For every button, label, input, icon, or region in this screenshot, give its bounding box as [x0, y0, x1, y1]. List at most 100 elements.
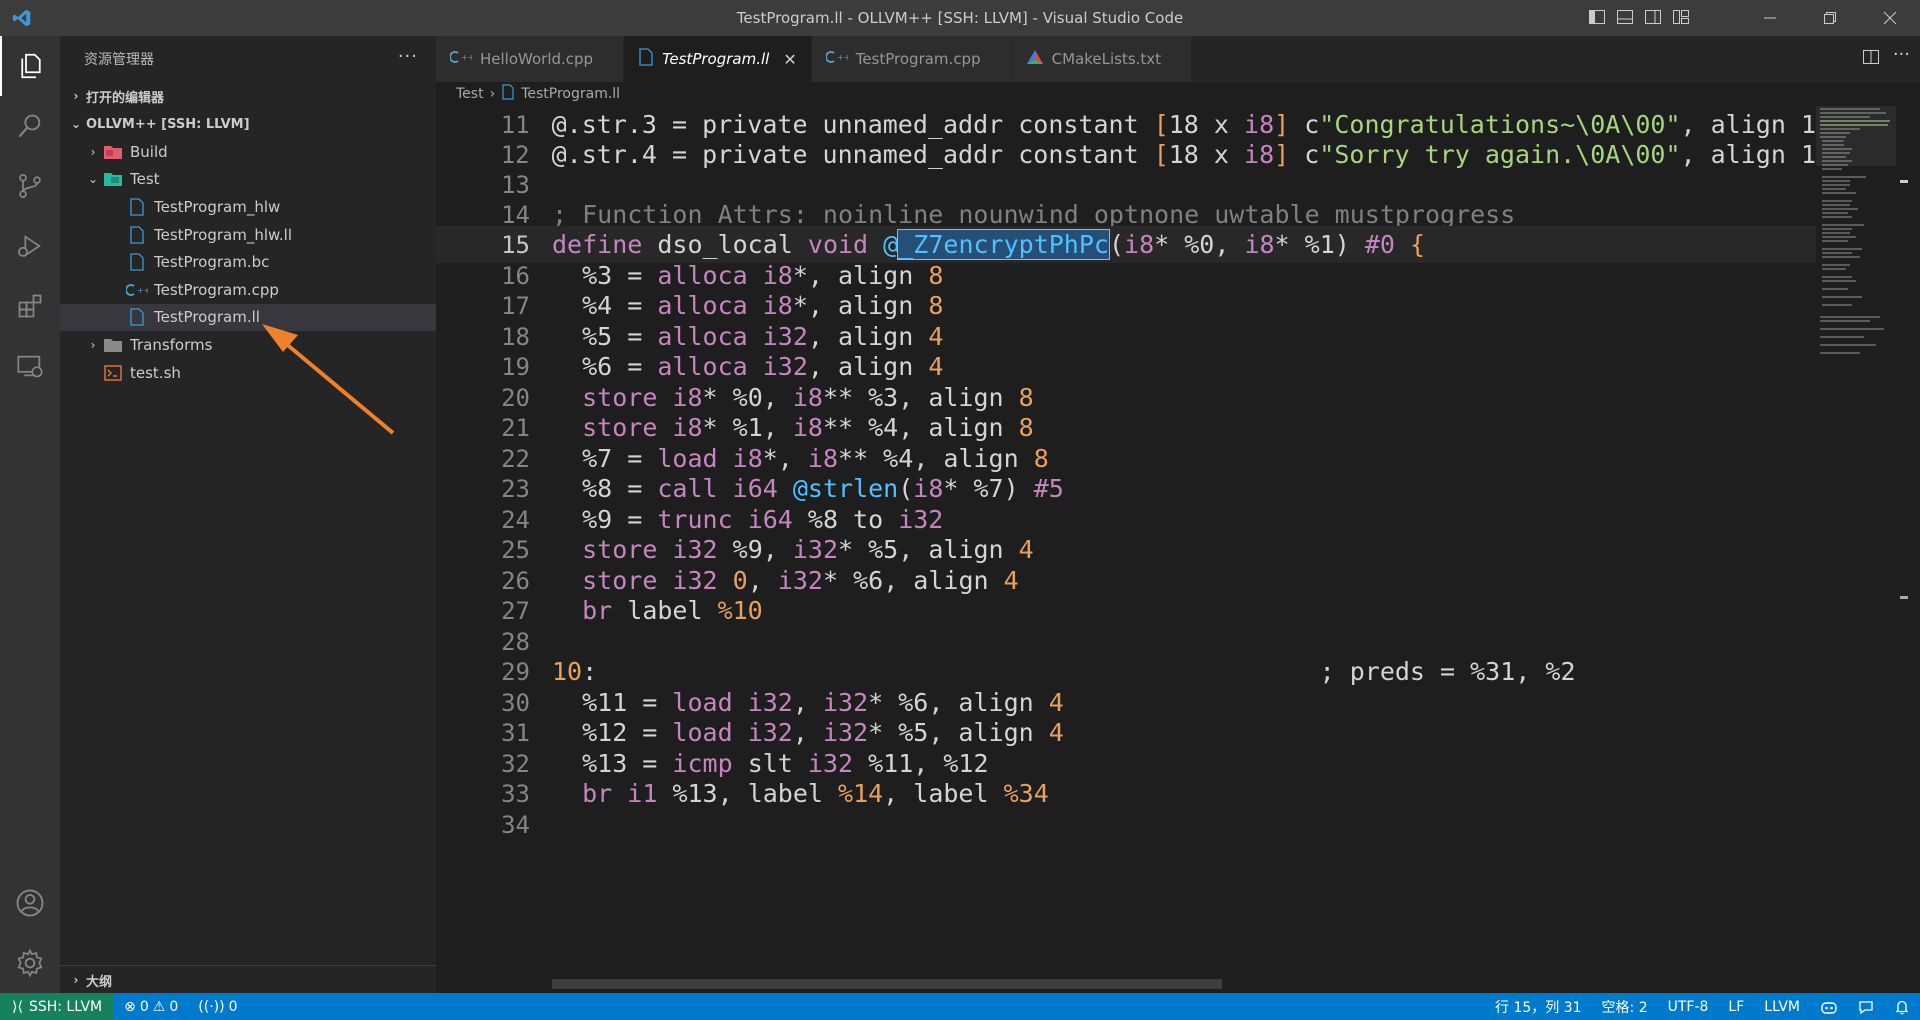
- file-icon: [126, 253, 148, 271]
- problems-status[interactable]: ⊗ 0 ⚠ 0: [114, 999, 188, 1015]
- folder-green-icon: [102, 171, 124, 187]
- explorer-icon[interactable]: [0, 36, 60, 96]
- chevron-right-icon: ›: [489, 86, 496, 102]
- sidebar-title: 资源管理器: [84, 52, 154, 68]
- toggle-secondary-sidebar-icon[interactable]: [1644, 8, 1662, 30]
- accounts-icon[interactable]: [0, 873, 60, 933]
- file-icon: [126, 308, 148, 327]
- open-editors-section[interactable]: › 打开的编辑器: [60, 82, 436, 110]
- svg-text:++: ++: [461, 53, 472, 62]
- remote-explorer-icon[interactable]: [0, 336, 60, 396]
- cpp-icon: ++: [449, 50, 474, 68]
- feedback-icon[interactable]: [1848, 999, 1884, 1015]
- tree-item-label: TestProgram.bc: [154, 253, 270, 272]
- settings-gear-icon[interactable]: [0, 933, 60, 993]
- code-editor[interactable]: 11 @.str.3 = private unnamed_addr constan…: [436, 106, 1816, 993]
- tree-item-label: TestProgram.cpp: [154, 280, 279, 299]
- toggle-sidebar-icon[interactable]: [1588, 8, 1606, 30]
- file-tree: › Build ⌄ Test TestProgram_hlw TestProgram_hl…: [60, 138, 436, 386]
- tree-item[interactable]: ++ TestProgram.cpp: [60, 276, 436, 304]
- workspace-section[interactable]: ⌄ OLLVM++ [SSH: LLVM]: [60, 110, 436, 138]
- close-tab-icon[interactable]: ✕: [783, 50, 796, 69]
- tree-item[interactable]: TestProgram.bc: [60, 248, 436, 276]
- editor-tab-label: HelloWorld.cpp: [480, 50, 594, 68]
- file-icon: [126, 225, 148, 244]
- source-control-icon[interactable]: [0, 156, 60, 216]
- language-mode[interactable]: LLVM: [1754, 999, 1810, 1015]
- restore-button[interactable]: [1800, 0, 1860, 36]
- shell-icon: [102, 364, 124, 381]
- eol-status[interactable]: LF: [1718, 999, 1754, 1015]
- cpp-icon: ++: [824, 50, 850, 68]
- close-window-button[interactable]: [1860, 0, 1920, 36]
- editor-tabs: ++ HelloWorld.cpp TestProgram.ll ✕ ++ TestPro…: [436, 36, 1920, 82]
- breadcrumb-file[interactable]: TestProgram.ll: [521, 86, 620, 102]
- toggle-panel-icon[interactable]: [1616, 8, 1634, 30]
- tree-item-label: Test: [130, 170, 160, 189]
- horizontal-scrollbar[interactable]: [552, 979, 1222, 989]
- vscode-logo-icon[interactable]: [0, 0, 44, 36]
- title-bar: TestProgram.ll - OLLVM++ [SSH: LLVM] - V…: [0, 0, 1920, 36]
- chevron-right-icon: ›: [73, 89, 79, 103]
- cmake-icon: [1026, 49, 1044, 69]
- search-icon[interactable]: [0, 96, 60, 156]
- ports-status[interactable]: ((·)) 0: [188, 999, 247, 1015]
- indentation-status[interactable]: 空格: 2: [1592, 997, 1658, 1017]
- tree-item[interactable]: TestProgram_hlw.ll: [60, 221, 436, 249]
- chevron-down-icon: ⌄: [87, 172, 99, 187]
- editor-tab[interactable]: ++ TestProgram.cpp: [811, 36, 1012, 82]
- editor-tab-label: CMakeLists.txt: [1051, 50, 1162, 68]
- activity-bar: [0, 36, 60, 993]
- breadcrumb: Test › TestProgram.ll: [436, 82, 1920, 106]
- chevron-right-icon: ›: [90, 337, 96, 352]
- vertical-scrollbar[interactable]: [1896, 106, 1910, 993]
- editor-tab[interactable]: ++ HelloWorld.cpp: [436, 36, 625, 82]
- split-editor-icon[interactable]: [1862, 48, 1880, 70]
- tree-item-label: test.sh: [130, 363, 181, 382]
- remote-icon: ⟩⟨: [12, 998, 23, 1015]
- breadcrumb-folder[interactable]: Test: [456, 86, 484, 102]
- more-actions-button[interactable]: ···: [398, 46, 418, 67]
- tree-item-label: Transforms: [130, 335, 213, 354]
- broadcast-icon: ((·)): [198, 998, 225, 1015]
- tree-item-label: TestProgram_hlw: [154, 197, 281, 216]
- minimap[interactable]: [1816, 106, 1896, 993]
- file-icon: [501, 84, 515, 104]
- minimize-button[interactable]: [1740, 0, 1800, 36]
- folder-icon: [102, 337, 124, 353]
- remote-indicator[interactable]: ⟩⟨ SSH: LLVM: [0, 993, 115, 1020]
- folder-red-icon: [102, 144, 124, 160]
- status-bar: ⟩⟨ SSH: LLVM ⊗ 0 ⚠ 0 ((·)) 0 行 15，列 31 空格: …: [0, 993, 1920, 1020]
- run-debug-icon[interactable]: [0, 216, 60, 276]
- cpp-icon: ++: [126, 283, 148, 297]
- tab-more-actions-button[interactable]: ···: [1893, 44, 1910, 65]
- tree-item-label: Build: [130, 142, 168, 161]
- editor-tab[interactable]: CMakeLists.txt: [1011, 36, 1193, 82]
- tree-item[interactable]: › Transforms: [60, 331, 436, 359]
- tree-item[interactable]: TestProgram.ll: [60, 303, 436, 332]
- chevron-right-icon: ›: [73, 973, 79, 987]
- file-icon: [638, 48, 654, 70]
- svg-text:++: ++: [837, 53, 848, 62]
- editor-tab-label: TestProgram.cpp: [855, 50, 981, 68]
- encoding-status[interactable]: UTF-8: [1658, 999, 1719, 1015]
- tree-item[interactable]: › Build: [60, 138, 436, 166]
- explorer-sidebar: 资源管理器 ··· › 打开的编辑器 ⌄ OLLVM++ [SSH: LLVM]…: [60, 36, 436, 993]
- editor-tab-label: TestProgram.ll: [662, 50, 770, 68]
- tree-item[interactable]: TestProgram_hlw: [60, 193, 436, 221]
- tree-item[interactable]: test.sh: [60, 359, 436, 387]
- copilot-icon[interactable]: [1810, 999, 1848, 1015]
- tree-item-label: TestProgram.ll: [154, 308, 260, 327]
- outline-section[interactable]: › 大纲: [60, 966, 436, 994]
- code-line: 34: [501, 810, 530, 839]
- notifications-bell-icon[interactable]: [1884, 999, 1920, 1015]
- svg-text:++: ++: [137, 286, 148, 295]
- extensions-icon[interactable]: [0, 276, 60, 336]
- warning-icon: ⚠: [152, 998, 166, 1015]
- editor-tab[interactable]: TestProgram.ll ✕: [624, 36, 812, 82]
- tree-item[interactable]: ⌄ Test: [60, 166, 436, 194]
- error-icon: ⊗: [124, 998, 136, 1015]
- file-icon: [126, 198, 148, 216]
- customize-layout-icon[interactable]: [1672, 8, 1690, 30]
- cursor-position[interactable]: 行 15，列 31: [1485, 997, 1592, 1017]
